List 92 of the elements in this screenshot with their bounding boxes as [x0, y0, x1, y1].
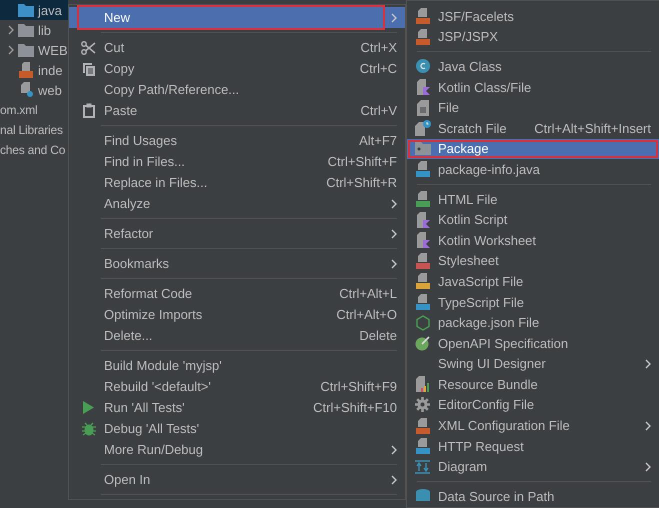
menu-item[interactable]: Package	[407, 138, 659, 160]
file-icon	[414, 191, 430, 208]
chevron-icon	[391, 12, 397, 22]
menu-item[interactable]: Resource Bundle	[407, 374, 659, 395]
play-icon	[83, 401, 94, 414]
menu-item[interactable]: package.json File	[407, 312, 659, 333]
menu-item[interactable]: XML Configuration File	[407, 415, 659, 436]
menu-item[interactable]: JSP/JSPX	[407, 26, 659, 48]
tree-item[interactable]: om.xml	[0, 100, 68, 120]
chevron-icon	[645, 358, 651, 369]
menu-item[interactable]: Swing UI Designer	[407, 354, 659, 374]
menu-item[interactable]: Copy Ctrl+C	[69, 58, 405, 79]
menu-item[interactable]: HTTP Request	[407, 436, 659, 456]
menu-item[interactable]: More Run/Debug	[69, 439, 405, 460]
tree-item[interactable]: inde	[0, 60, 68, 80]
clipboard-icon	[82, 103, 94, 118]
file-icon	[414, 161, 430, 178]
chevron-icon	[645, 420, 651, 431]
chevron-icon	[391, 444, 397, 454]
menu-item[interactable]: Paste Ctrl+V	[69, 100, 405, 121]
database-icon	[416, 489, 430, 504]
menu-item[interactable]: Analyze	[69, 193, 405, 214]
diagram-icon	[415, 460, 430, 474]
file-icon	[18, 82, 34, 98]
tree-item[interactable]: web	[0, 80, 68, 100]
menu-item[interactable]: Build Module 'myjsp'	[69, 355, 405, 376]
folder-icon	[18, 44, 34, 56]
menu-item[interactable]: New	[69, 7, 405, 28]
tree-item[interactable]: WEB	[0, 40, 68, 60]
menu-item[interactable]: JSF/Facelets	[407, 6, 659, 27]
gear-icon	[415, 397, 430, 412]
bug-icon	[82, 422, 96, 436]
file-icon	[414, 418, 430, 434]
menu-item[interactable]: Find in Files... Ctrl+Shift+F	[69, 151, 405, 172]
menu-item[interactable]: Rebuild '<default>' Ctrl+Shift+F9	[69, 376, 405, 397]
menu-item[interactable]: Optimize Imports Ctrl+Alt+O	[69, 304, 405, 325]
chevron-icon	[391, 198, 397, 208]
menu-item[interactable]: HTML File	[407, 188, 659, 210]
menu-item[interactable]: File	[407, 97, 659, 118]
chevron-icon	[645, 462, 651, 472]
chevron-icon	[391, 474, 397, 484]
menu-item[interactable]: Kotlin Worksheet	[407, 230, 659, 251]
menu-item[interactable]: OpenAPI Specification	[407, 332, 659, 354]
kotlin-file-icon	[414, 79, 430, 96]
menu-item[interactable]: Refactor	[69, 223, 405, 244]
file-icon	[416, 100, 428, 116]
menu-item[interactable]: Delete... Delete	[69, 325, 405, 346]
folder-icon	[414, 142, 430, 156]
menu-item[interactable]: Find Usages Alt+F7	[69, 130, 405, 151]
file-icon	[414, 28, 430, 45]
menu-item[interactable]: Kotlin Script	[407, 209, 659, 230]
scratch-file-icon	[414, 120, 430, 136]
tree-item[interactable]: java	[0, 0, 68, 20]
hexagon-icon	[416, 314, 430, 331]
openapi-icon	[414, 335, 430, 352]
file-icon	[18, 62, 34, 78]
file-icon	[414, 8, 430, 24]
chevron-icon	[391, 228, 397, 238]
class-icon	[416, 59, 430, 74]
menu-item[interactable]: Data Source in Path	[407, 486, 659, 507]
file-icon	[414, 273, 430, 290]
tree-item[interactable]: nal Libraries	[0, 120, 68, 140]
kotlin-file-icon	[414, 212, 430, 228]
menu-item[interactable]: Scratch File Ctrl+Alt+Shift+Insert	[407, 118, 659, 139]
copy-icon	[82, 62, 96, 76]
menu-item[interactable]: Copy Path/Reference...	[69, 79, 405, 100]
menu-item[interactable]: Java Class	[407, 56, 659, 77]
menu-item[interactable]: Cut Ctrl+X	[69, 37, 405, 58]
menu-item[interactable]: Diagram	[407, 456, 659, 478]
folder-icon	[18, 4, 34, 16]
chevron-icon	[391, 258, 397, 268]
file-icon	[414, 294, 430, 310]
menu-item[interactable]: Reformat Code Ctrl+Alt+L	[69, 283, 405, 304]
menu-item[interactable]: Run 'All Tests' Ctrl+Shift+F10	[69, 397, 405, 418]
file-icon	[414, 252, 430, 269]
menu-item[interactable]: EditorConfig File	[407, 394, 659, 416]
menu-item[interactable]: JavaScript File	[407, 271, 659, 292]
menu-item[interactable]: package-info.java	[407, 159, 659, 180]
menu-item[interactable]: TypeScript File	[407, 292, 659, 312]
menu-item[interactable]: Debug 'All Tests'	[69, 418, 405, 439]
kotlin-file-icon	[414, 232, 430, 248]
file-icon	[414, 438, 430, 454]
bar-chart-file-icon	[414, 376, 430, 392]
menu-item[interactable]: Stylesheet	[407, 250, 659, 272]
folder-icon	[18, 24, 34, 36]
menu-item[interactable]: Bookmarks	[69, 253, 405, 274]
tree-item[interactable]: lib	[0, 20, 68, 40]
menu-item[interactable]: Kotlin Class/File	[407, 76, 659, 98]
tree-item[interactable]: ches and Co	[0, 140, 68, 160]
menu-item[interactable]: Replace in Files... Ctrl+Shift+R	[69, 172, 405, 193]
menu-item[interactable]: Open In	[69, 469, 405, 490]
scissors-icon	[81, 40, 96, 54]
